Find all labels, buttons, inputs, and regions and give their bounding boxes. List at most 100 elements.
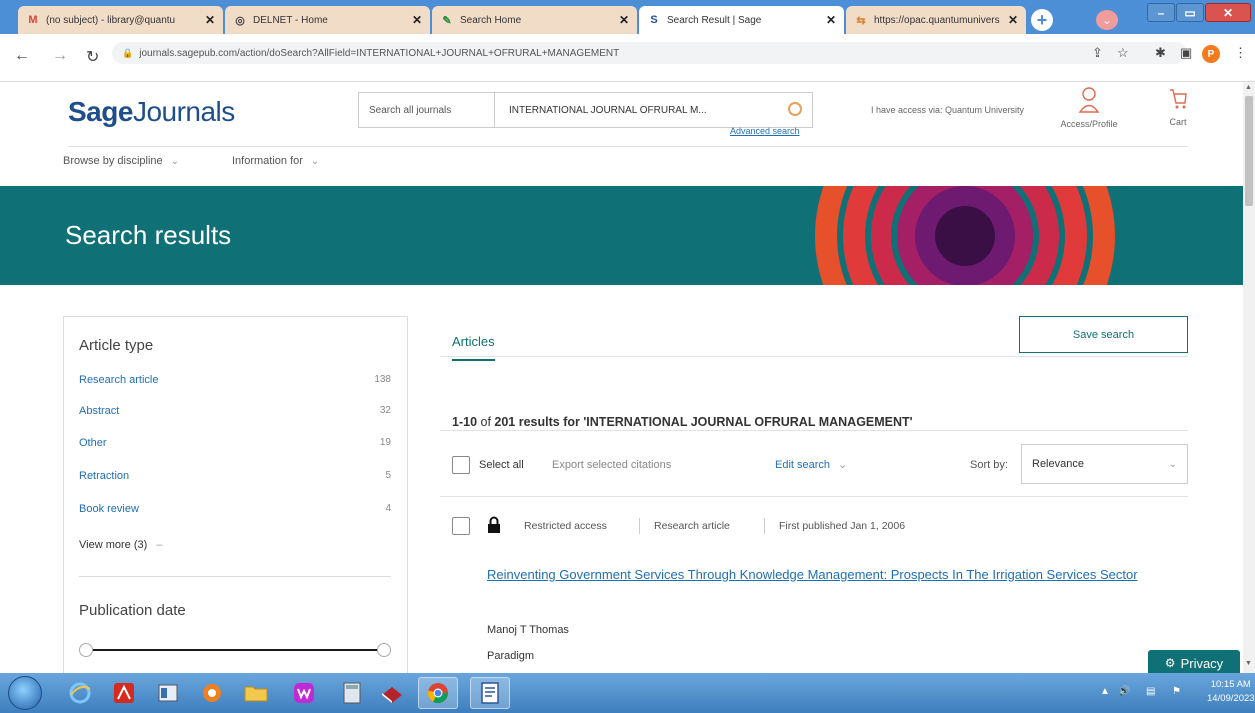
scroll-up-icon[interactable]: ▲: [1245, 84, 1252, 91]
result-of: of: [477, 415, 495, 429]
article-author[interactable]: Manoj T Thomas: [487, 624, 569, 636]
browser-tab-gmail[interactable]: M (no subject) - library@quantu ✕: [18, 6, 223, 34]
windows-taskbar: ▲ 🔊 ▤ ⚑ 10:15 AM 14/09/2023: [0, 673, 1255, 713]
facet-item[interactable]: Other 19: [79, 437, 391, 449]
select-all-checkbox[interactable]: [452, 456, 470, 474]
chrome-icon[interactable]: [418, 677, 458, 709]
facet-article-type-title: Article type: [79, 337, 154, 354]
facet-label: Other: [79, 437, 107, 449]
browser-tab-opac[interactable]: ⇆ https://opac.quantumunivers ✕: [846, 6, 1026, 34]
search-icon[interactable]: [788, 102, 802, 116]
select-all-label[interactable]: Select all: [479, 459, 524, 471]
browser-tab-search-home[interactable]: ✎ Search Home ✕: [432, 6, 637, 34]
date-slider-start-handle[interactable]: [79, 643, 93, 657]
result-total: 201: [494, 415, 516, 429]
new-tab-button[interactable]: +: [1031, 9, 1053, 31]
cart-button[interactable]: Cart: [1158, 85, 1198, 127]
published-date: First published Jan 1, 2006: [779, 520, 906, 532]
scrollbar-thumb[interactable]: [1245, 96, 1253, 206]
facet-item[interactable]: Retraction 5: [79, 470, 391, 482]
export-citations-button[interactable]: Export selected citations: [552, 459, 671, 471]
reload-icon[interactable]: ↻: [86, 47, 99, 67]
sort-select[interactable]: Relevance ⌄: [1021, 444, 1188, 484]
logo-sage: Sage: [68, 96, 133, 127]
clock-date: 14/09/2023: [1207, 693, 1255, 704]
facet-label: Research article: [79, 374, 159, 386]
nav-label: Information for: [232, 155, 303, 167]
profile-avatar[interactable]: P: [1202, 45, 1220, 63]
volume-icon[interactable]: 🔊: [1118, 686, 1130, 697]
close-icon[interactable]: ✕: [1008, 13, 1018, 27]
facet-count: 5: [385, 470, 391, 481]
maximize-button[interactable]: ▭: [1176, 3, 1204, 22]
date-slider-end-handle[interactable]: [377, 643, 391, 657]
edit-search-button[interactable]: Edit search ⌄: [775, 458, 847, 471]
library-book-icon[interactable]: [372, 677, 412, 709]
search-scope-select[interactable]: Search all journals: [359, 93, 495, 127]
tab-search-chevron-icon[interactable]: ⌄: [1096, 10, 1118, 30]
facet-item[interactable]: Book review 4: [79, 503, 391, 515]
facet-count: 19: [379, 437, 391, 448]
explorer-window-icon[interactable]: [148, 677, 188, 709]
sort-by-label: Sort by:: [970, 459, 1008, 471]
forward-arrow-icon[interactable]: →: [52, 47, 68, 65]
access-profile-button[interactable]: Access/Profile: [1054, 85, 1124, 129]
nav-browse-by-discipline[interactable]: Browse by discipline ⌄: [63, 155, 179, 167]
sage-journals-logo[interactable]: SageJournals: [68, 96, 235, 128]
sidepanel-icon[interactable]: ▣: [1180, 45, 1192, 61]
access-profile-label: Access/Profile: [1060, 119, 1118, 129]
article-title-link[interactable]: Reinventing Government Services Through …: [487, 563, 1167, 587]
lock-icon: 🔒: [122, 47, 134, 58]
browser-tab-sage-results[interactable]: S Search Result | Sage ✕: [639, 6, 844, 34]
bookmark-star-icon[interactable]: ☆: [1117, 45, 1129, 61]
url-field[interactable]: 🔒 journals.sagepub.com/action/doSearch?A…: [112, 42, 1187, 64]
close-icon[interactable]: ✕: [826, 13, 836, 27]
media-player-icon[interactable]: [192, 677, 232, 709]
share-icon[interactable]: ⇪: [1092, 45, 1103, 61]
wps-office-icon[interactable]: [284, 677, 324, 709]
meta-separator: [639, 518, 640, 534]
close-icon[interactable]: ✕: [205, 13, 215, 27]
save-search-button[interactable]: Save search: [1019, 316, 1188, 353]
close-icon[interactable]: ✕: [619, 13, 629, 27]
date-range-slider-track[interactable]: [84, 649, 389, 651]
view-more-button[interactable]: View more (3) –: [79, 539, 162, 551]
calculator-icon[interactable]: [332, 677, 372, 709]
result-checkbox[interactable]: [452, 517, 470, 535]
search-input[interactable]: INTERNATIONAL JOURNAL OFRURAL M...: [495, 93, 812, 127]
scroll-down-icon[interactable]: ▼: [1245, 660, 1252, 667]
advanced-search-link[interactable]: Advanced search: [730, 126, 800, 136]
extensions-puzzle-icon[interactable]: ✱: [1155, 45, 1166, 61]
internet-explorer-icon[interactable]: [60, 677, 100, 709]
facet-publication-date-title: Publication date: [79, 602, 186, 619]
article-journal[interactable]: Paradigm: [487, 650, 534, 662]
gmail-icon: M: [28, 14, 38, 26]
facet-item[interactable]: Research article 138: [79, 374, 391, 386]
facet-item[interactable]: Abstract 32: [79, 405, 391, 417]
facet-label: Abstract: [79, 405, 120, 417]
sort-value: Relevance: [1032, 458, 1084, 470]
close-icon[interactable]: ✕: [412, 13, 422, 27]
restricted-lock-icon: [488, 516, 500, 533]
minimize-button[interactable]: –: [1147, 3, 1175, 22]
word-document-icon[interactable]: [470, 677, 510, 709]
show-hidden-icons[interactable]: ▲: [1100, 686, 1110, 697]
result-count: 1-10 of 201 results for 'INTERNATIONAL J…: [452, 415, 913, 429]
results-tabs-divider: [440, 356, 1188, 357]
folder-icon[interactable]: [236, 677, 276, 709]
page-scrollbar[interactable]: ▲ ▼: [1243, 82, 1255, 673]
action-center-flag-icon[interactable]: ⚑: [1172, 686, 1181, 697]
network-icon[interactable]: ▤: [1146, 686, 1155, 697]
window-close-button[interactable]: ✕: [1205, 3, 1251, 22]
back-arrow-icon[interactable]: ←: [14, 47, 30, 65]
acrobat-icon[interactable]: [104, 677, 144, 709]
start-button[interactable]: [8, 676, 42, 710]
search-results-banner: Search results: [0, 186, 1243, 285]
browser-tab-delnet[interactable]: ◎ DELNET - Home ✕: [225, 6, 430, 34]
facet-count: 138: [374, 374, 391, 385]
menu-kebab-icon[interactable]: ⋮: [1234, 45, 1247, 61]
cart-icon: [1170, 89, 1187, 109]
nav-information-for[interactable]: Information for ⌄: [232, 155, 319, 167]
system-clock[interactable]: 10:15 AM 14/09/2023: [1207, 678, 1255, 706]
filter-sidebar: Article type Research article 138 Abstrac…: [63, 316, 408, 673]
